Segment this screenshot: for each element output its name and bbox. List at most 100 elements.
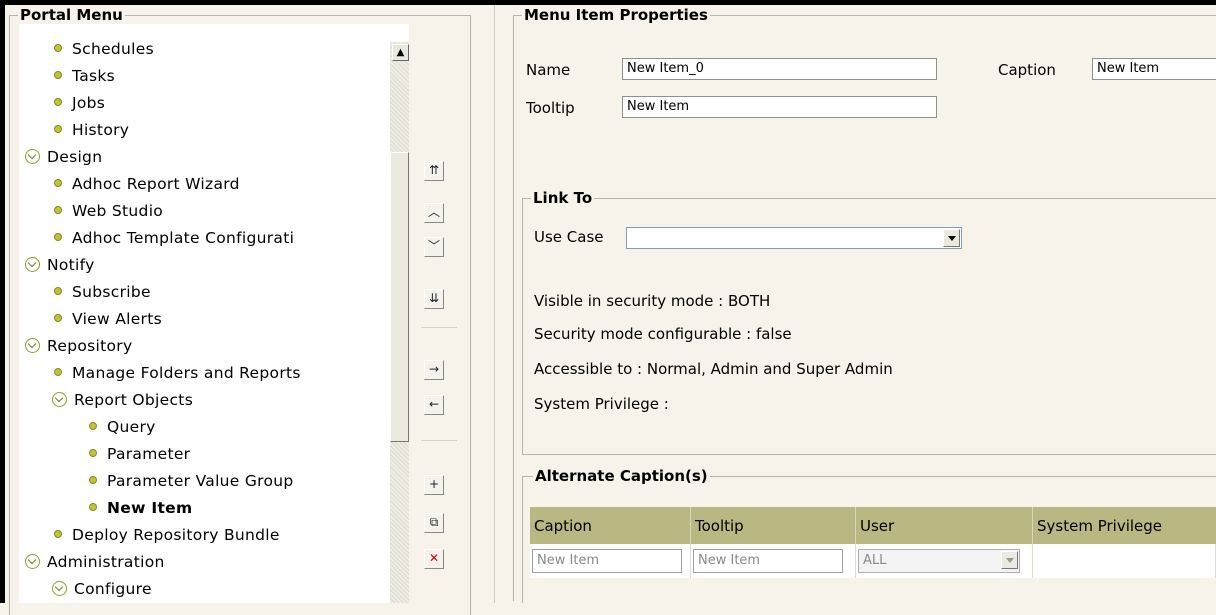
tree-leaf-item[interactable]: Web Studio: [54, 198, 163, 225]
tree-item-label: Parameter Value Group: [107, 472, 294, 490]
tree-leaf-item[interactable]: View Alerts: [54, 306, 162, 333]
tree-leaf-item[interactable]: New Item: [89, 495, 192, 522]
move-bottom-icon[interactable]: ⇊: [424, 289, 444, 309]
move-down-icon[interactable]: ﹀: [424, 237, 444, 257]
alt-tooltip-input[interactable]: New Item: [693, 549, 843, 573]
tree-leaf-item[interactable]: History: [54, 117, 129, 144]
alt-caption-input[interactable]: New Item: [532, 549, 682, 573]
column-header-tooltip: Tooltip: [690, 507, 856, 544]
bullet-icon: [89, 503, 97, 511]
window-top-border: [0, 0, 1216, 5]
tree-item-label: Schedules: [72, 40, 155, 58]
tree-item-label: Subscribe: [72, 283, 151, 301]
tree-leaf-item[interactable]: Query: [89, 414, 156, 441]
tree-item-label: Design: [47, 148, 103, 166]
user-cell: ALL: [855, 544, 1033, 578]
tree-leaf-item[interactable]: Jobs: [54, 90, 105, 117]
tree-leaf-item[interactable]: Adhoc Report Wizard: [54, 171, 240, 198]
tree-folder-item[interactable]: Design: [25, 144, 102, 171]
tree-folder-item[interactable]: Administration: [25, 549, 165, 576]
tree-folder-item[interactable]: Configure: [52, 576, 152, 603]
name-input[interactable]: New Item_0: [622, 58, 937, 80]
caption-label: Caption: [998, 61, 1056, 79]
expand-chevron-icon[interactable]: [25, 338, 40, 353]
visible-mode-text: Visible in security mode : BOTH: [534, 292, 771, 310]
tree-leaf-item[interactable]: Parameter Value Group: [89, 468, 294, 495]
caption-cell: New Item: [530, 544, 691, 578]
portal-menu-title: Portal Menu: [18, 6, 125, 24]
expand-chevron-icon[interactable]: [52, 581, 67, 596]
tree-leaf-item[interactable]: Tasks: [54, 63, 115, 90]
expand-chevron-icon[interactable]: [52, 392, 67, 407]
bullet-icon: [54, 368, 62, 376]
outdent-icon[interactable]: ←: [424, 395, 444, 415]
expand-chevron-icon[interactable]: [25, 554, 40, 569]
toolbar-separator: [421, 327, 457, 328]
accessible-text: Accessible to : Normal, Admin and Super …: [534, 360, 893, 378]
tree-leaf-item[interactable]: Deploy Repository Bundle: [54, 522, 280, 549]
bullet-icon: [54, 314, 62, 322]
portal-menu-tree: Schedules Tasks Jobs History Design Adhoc Rep…: [19, 24, 409, 603]
use-case-select[interactable]: [626, 227, 962, 249]
tree-item-label: Manage Folders and Reports: [72, 364, 301, 382]
privilege-text: System Privilege :: [534, 395, 669, 413]
tree-item-label: History: [72, 121, 130, 139]
delete-icon[interactable]: ✕: [424, 549, 444, 569]
bullet-icon: [89, 449, 97, 457]
chevron-down-icon[interactable]: [943, 229, 960, 247]
bullet-icon: [54, 44, 62, 52]
user-select[interactable]: ALL: [858, 549, 1020, 573]
column-header-system-privilege: System Privilege: [1032, 507, 1216, 544]
tree-item-label: Parameter: [107, 445, 191, 463]
caption-input[interactable]: New Item: [1092, 58, 1216, 80]
tree-item-label: Jobs: [72, 94, 106, 112]
scroll-thumb[interactable]: [390, 152, 409, 442]
panel-divider: [494, 5, 495, 603]
expand-chevron-icon[interactable]: [25, 257, 40, 272]
configurable-text: Security mode configurable : false: [534, 325, 792, 343]
bullet-icon: [54, 98, 62, 106]
tooltip-input[interactable]: New Item: [622, 96, 937, 118]
tree-item-label: Deploy Repository Bundle: [72, 526, 280, 544]
bullet-icon: [54, 125, 62, 133]
expand-chevron-icon[interactable]: [25, 149, 40, 164]
copy-icon[interactable]: ⧉: [424, 513, 444, 533]
privilege-cell: [1032, 544, 1216, 578]
bullet-icon: [54, 206, 62, 214]
tree-item-label: Administration: [47, 553, 165, 571]
name-label: Name: [526, 61, 571, 79]
tree-leaf-item[interactable]: Subscribe: [54, 279, 151, 306]
table-row: New Item New Item ALL: [530, 544, 1216, 578]
tree-leaf-item[interactable]: Schedules: [54, 36, 154, 63]
tree-item-label: Tasks: [72, 67, 116, 85]
tree-folder-item[interactable]: Notify: [25, 252, 95, 279]
alternate-captions-title: Alternate Caption(s): [533, 467, 710, 485]
window-left-border: [0, 0, 5, 603]
tree-folder-item[interactable]: Report Objects: [52, 387, 193, 414]
bullet-icon: [54, 287, 62, 295]
tree-item-label: Web Studio: [72, 202, 164, 220]
tree-item-label: Adhoc Report Wizard: [72, 175, 240, 193]
tree-item-label: Notify: [47, 256, 95, 274]
column-header-caption: Caption: [530, 507, 691, 544]
toolbar-separator: [421, 440, 457, 441]
scroll-up-button[interactable]: ▲: [392, 44, 409, 61]
tree-item-label: Adhoc Template Configurati: [72, 229, 295, 247]
bullet-icon: [54, 530, 62, 538]
properties-title: Menu Item Properties: [522, 6, 710, 24]
tree-leaf-item[interactable]: Manage Folders and Reports: [54, 360, 301, 387]
add-icon[interactable]: +: [424, 475, 444, 495]
move-top-icon[interactable]: ⇈: [424, 161, 444, 181]
table-header-row: Caption Tooltip User System Privilege: [530, 507, 1216, 544]
user-select-value: ALL: [863, 553, 887, 568]
tree-item-label: View Alerts: [72, 310, 162, 328]
tree-leaf-item[interactable]: Parameter: [89, 441, 190, 468]
tree-folder-item[interactable]: Repository: [25, 333, 132, 360]
alternate-captions-table: Caption Tooltip User System Privilege Ne…: [530, 507, 1216, 578]
tree-leaf-item[interactable]: Adhoc Template Configurati: [54, 225, 294, 252]
tree-item-label: Repository: [47, 337, 133, 355]
tooltip-cell: New Item: [690, 544, 856, 578]
move-up-icon[interactable]: ︿: [424, 203, 444, 223]
chevron-down-icon[interactable]: [1001, 551, 1018, 569]
indent-icon[interactable]: →: [424, 360, 444, 380]
